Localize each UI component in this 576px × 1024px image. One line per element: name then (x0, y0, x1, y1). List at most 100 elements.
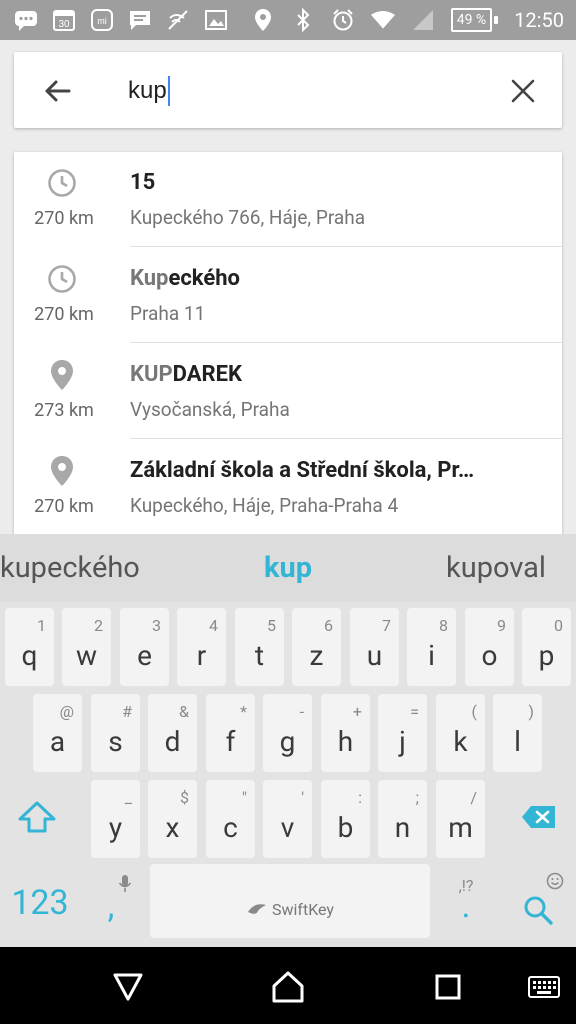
keyboard-switch-button[interactable] (524, 967, 564, 1007)
key-q[interactable]: 1q (5, 608, 54, 686)
nav-recents-button[interactable] (428, 967, 468, 1007)
result-icon-column: 270 km (14, 152, 114, 247)
search-input[interactable]: kup (128, 72, 468, 110)
result-item[interactable]: 270 km 15 Kupeckého 766, Háje, Praha (14, 152, 562, 247)
nav-back-button[interactable] (108, 967, 148, 1007)
key-alt: $ (180, 788, 189, 807)
key-char: r (196, 639, 207, 672)
location-icon (251, 8, 275, 32)
suggestion-left[interactable]: kupeckého (0, 534, 180, 602)
key-char: , (107, 886, 115, 926)
key-alt: 1 (37, 616, 46, 635)
key-alt: / (470, 788, 477, 807)
key-j[interactable]: = j (378, 694, 427, 772)
mi-icon: mi (90, 8, 114, 32)
bluetooth-icon (291, 8, 315, 32)
nav-home-button[interactable] (268, 967, 308, 1007)
key-a[interactable]: @ a (33, 694, 82, 772)
image-icon (204, 8, 228, 32)
key-alt: _ (124, 788, 132, 807)
key-char: n (394, 811, 411, 844)
suggestion-middle[interactable]: kup (200, 534, 376, 602)
key-alt: * (240, 702, 247, 721)
result-item[interactable]: 270 km Základní škola a Střední škola, P… (14, 440, 562, 534)
result-item[interactable]: 273 km KUPDAREK Vysočanská, Praha (14, 344, 562, 439)
divider (130, 246, 562, 247)
search-action-key[interactable] (504, 864, 574, 938)
clear-search-button[interactable] (506, 74, 540, 108)
key-alt: 5 (267, 616, 276, 635)
key-z[interactable]: 6z (292, 608, 341, 686)
text-caret (167, 76, 170, 106)
close-icon (511, 79, 535, 103)
result-title: Kupeckého (130, 266, 540, 291)
key-char: x (165, 811, 180, 844)
history-icon (47, 168, 77, 198)
key-k[interactable]: (k (436, 694, 485, 772)
key-alt: & (179, 702, 189, 721)
result-title: Základní škola a Střední škola, Pr… (130, 458, 540, 483)
key-u[interactable]: 7u (350, 608, 399, 686)
key-char: t (254, 639, 265, 672)
key-l[interactable]: ) l (493, 694, 542, 772)
key-n[interactable]: ; n (378, 780, 427, 858)
search-query: kup (128, 77, 167, 104)
swiftkey-logo: SwiftKey (150, 900, 430, 919)
key-o[interactable]: 9o (465, 608, 514, 686)
key-e[interactable]: 3e (120, 608, 169, 686)
key-alt: - (299, 702, 304, 721)
key-d[interactable]: & d (148, 694, 197, 772)
key-char: c (223, 811, 238, 844)
key-alt: @ (59, 702, 74, 721)
divider (130, 342, 562, 343)
key-f[interactable]: * f (206, 694, 255, 772)
result-icon-column: 270 km (14, 248, 114, 343)
result-item[interactable]: 270 km Kupeckého Praha 11 (14, 248, 562, 343)
key-char: j (399, 725, 406, 758)
status-bar: 30 mi 49 % 12:50 (0, 0, 576, 40)
space-key[interactable]: SwiftKey (150, 864, 430, 938)
key-p[interactable]: 0p (522, 608, 571, 686)
history-icon (47, 264, 77, 294)
comma-key[interactable]: , (80, 860, 142, 942)
key-alt: + (352, 702, 362, 721)
key-s[interactable]: # s (91, 694, 140, 772)
arrow-back-icon (45, 80, 71, 102)
key-m[interactable]: / m (436, 780, 485, 858)
wifi-icon (370, 8, 395, 32)
suggestion-right[interactable]: kupoval (396, 534, 576, 602)
result-title-rest: 15 (130, 170, 156, 195)
key-alt: ; (415, 788, 419, 807)
key-i[interactable]: 8i (407, 608, 456, 686)
divider (130, 438, 562, 439)
shift-key[interactable] (12, 792, 62, 842)
result-icon-column: 273 km (14, 344, 114, 439)
key-g[interactable]: -g (263, 694, 312, 772)
key-y[interactable]: _ y (91, 780, 140, 858)
key-char: k (453, 725, 468, 758)
key-c[interactable]: " c (206, 780, 255, 858)
key-b[interactable]: :b (321, 780, 370, 858)
key-v[interactable]: ' v (263, 780, 312, 858)
result-distance: 270 km (34, 496, 94, 517)
numbers-key[interactable]: 123 (0, 860, 80, 942)
result-subtitle: Vysočanská, Praha (130, 398, 290, 421)
backspace-key[interactable] (514, 792, 564, 842)
key-alt: 0 (554, 616, 563, 635)
key-h[interactable]: + h (321, 694, 370, 772)
emoji-icon (546, 872, 564, 890)
triangle-back-icon (113, 973, 143, 1001)
back-button[interactable] (40, 74, 74, 108)
key-char: g (279, 725, 296, 758)
result-title-rest: Základní škola a Střední škola, Pr… (130, 458, 475, 483)
key-alt: # (122, 702, 132, 721)
key-r[interactable]: 4r (177, 608, 226, 686)
key-x[interactable]: $ x (148, 780, 197, 858)
key-char: v (280, 811, 295, 844)
key-w[interactable]: 2w (62, 608, 111, 686)
key-t[interactable]: 5t (235, 608, 284, 686)
key-char: l (514, 725, 521, 758)
period-key[interactable]: ,!? . (438, 864, 494, 938)
battery-level: 49 % (450, 8, 493, 32)
battery-cap (494, 16, 499, 24)
